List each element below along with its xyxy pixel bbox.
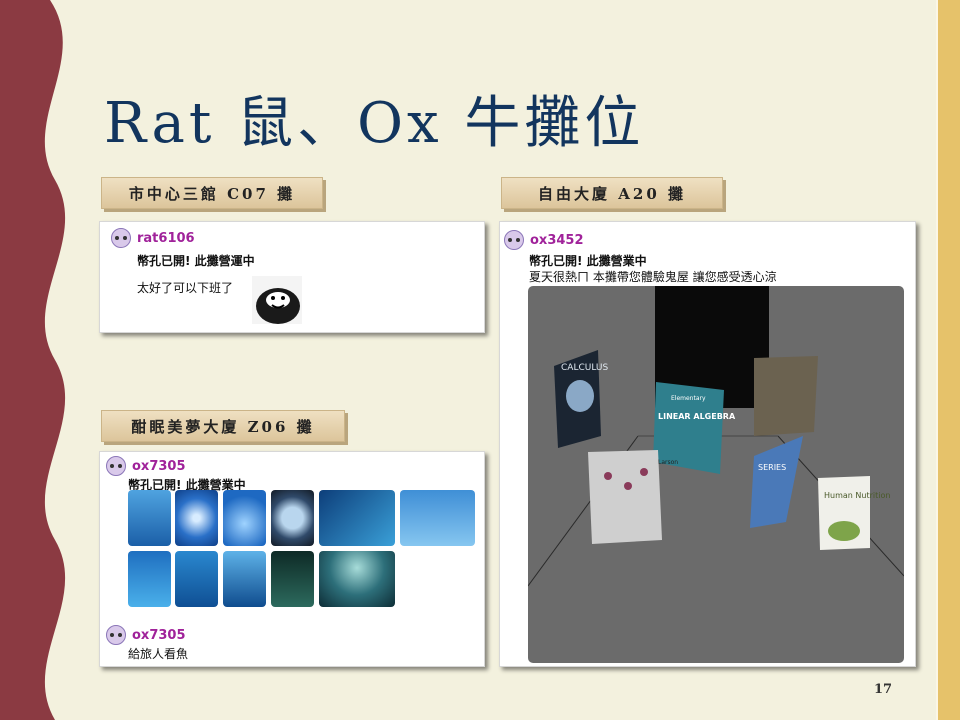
book-title-series: SERIES: [758, 463, 786, 472]
username[interactable]: rat6106: [137, 231, 195, 246]
aquarium-photo[interactable]: [223, 551, 266, 607]
stall-tag-a20: 自由大廈 A20 攤: [501, 177, 723, 209]
post-panel-c07: rat6106 幣孔已開! 此攤營運中 太好了可以下班了: [99, 221, 485, 333]
aquarium-photo[interactable]: [223, 490, 266, 546]
avatar[interactable]: [106, 625, 126, 645]
post-panel-z06: ox7305 幣孔已開! 此攤營業中 ox7305 給旅人看魚: [99, 451, 485, 667]
aquarium-photo[interactable]: [128, 490, 171, 546]
aquarium-photo[interactable]: [400, 490, 475, 546]
book-title-linear-algebra: LINEAR ALGEBRA: [658, 412, 736, 421]
username[interactable]: ox7305: [132, 459, 186, 474]
post-header-2: ox7305: [106, 625, 186, 645]
left-wave-decoration: [0, 0, 66, 720]
username[interactable]: ox7305: [132, 628, 186, 643]
stall-tag-z06: 酣眠美夢大廈 Z06 攤: [101, 410, 345, 442]
post-header: rat6106: [111, 228, 195, 248]
avatar[interactable]: [111, 228, 131, 248]
post-message: 夏天很熱ㄇ 本攤帶您體驗鬼屋 讓您感受透心涼: [529, 270, 777, 284]
avatar[interactable]: [504, 230, 524, 250]
aquarium-photo[interactable]: [175, 551, 218, 607]
username[interactable]: ox3452: [530, 233, 584, 248]
aquarium-photo[interactable]: [319, 490, 395, 546]
stall-status: 幣孔已開! 此攤營運中: [137, 254, 255, 268]
book-author-larson: Larson: [658, 459, 678, 466]
aquarium-photo[interactable]: [128, 551, 171, 607]
post-header: ox3452: [504, 230, 584, 250]
book-subtitle-elementary: Elementary: [671, 395, 706, 402]
post-panel-a20: ox3452 幣孔已開! 此攤營業中 夏天很熱ㄇ 本攤帶您體驗鬼屋 讓您感受透心…: [499, 221, 916, 667]
book-title-calculus: CALCULUS: [561, 363, 608, 373]
right-band-decoration: [938, 0, 960, 720]
book-title-nutrition: Human Nutrition: [824, 491, 890, 500]
post-header: ox7305: [106, 456, 186, 476]
slide-title: Rat 鼠、Ox 牛攤位: [104, 91, 645, 156]
post-message: 太好了可以下班了: [137, 281, 234, 295]
avatar[interactable]: [106, 456, 126, 476]
meme-sticker-image: [252, 276, 302, 324]
aquarium-photo[interactable]: [175, 490, 218, 546]
haunted-house-room-image[interactable]: CALCULUS Elementary LINEAR ALGEBRA Larso…: [528, 286, 904, 663]
aquarium-photo[interactable]: [319, 551, 395, 607]
stall-status: 幣孔已開! 此攤營業中: [529, 254, 647, 268]
post-message: 給旅人看魚: [128, 647, 189, 661]
slide-number: 17: [874, 682, 893, 697]
stall-tag-c07: 市中心三館 C07 攤: [101, 177, 323, 209]
aquarium-photo[interactable]: [271, 490, 314, 546]
aquarium-photo[interactable]: [271, 551, 314, 607]
